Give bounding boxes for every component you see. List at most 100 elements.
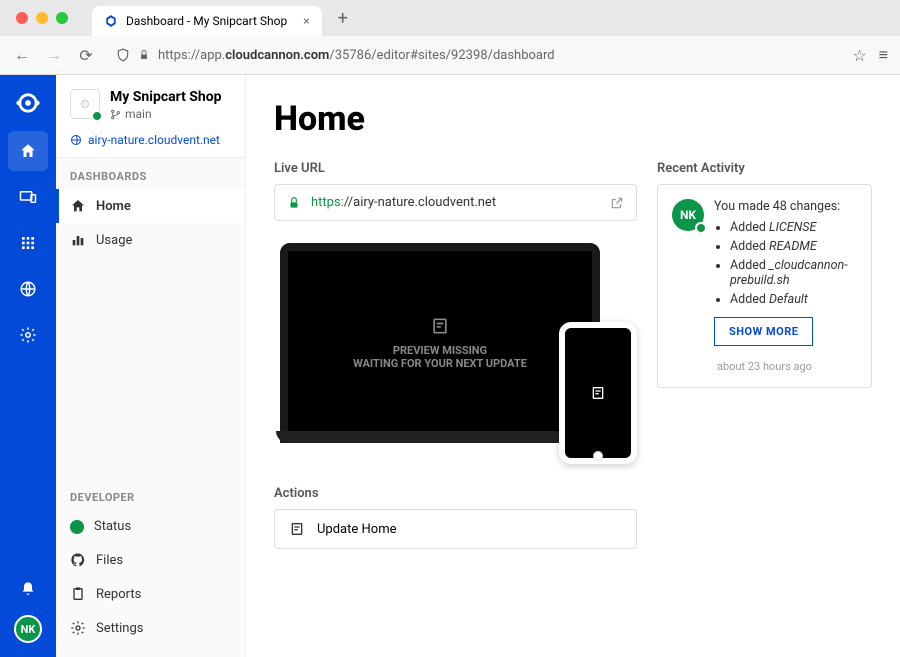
activity-item: Added _cloudcannon-prebuild.sh — [730, 258, 857, 288]
app: NK My Snipcart Shop main airy-natur — [0, 75, 900, 657]
tab-favicon — [104, 14, 118, 28]
site-live-link[interactable]: airy-nature.cloudvent.net — [70, 133, 231, 147]
clipboard-icon — [70, 586, 86, 602]
actions-label: Actions — [274, 486, 637, 501]
maximize-window-button[interactable] — [56, 12, 68, 24]
shield-icon — [116, 48, 130, 62]
rail-home[interactable] — [8, 131, 48, 171]
browser-chrome: Dashboard - My Snipcart Shop × + ← → ⟳ h… — [0, 0, 900, 75]
address-bar: ← → ⟳ https://app.cloudcannon.com/35786/… — [0, 36, 900, 74]
rail-grid[interactable] — [8, 223, 48, 263]
activity-list: Added LICENSE Added README Added _cloudc… — [730, 220, 857, 307]
globe-icon — [19, 280, 37, 298]
nav-rail: NK — [0, 75, 56, 657]
grid-icon — [20, 235, 36, 251]
activity-item: Added Default — [730, 292, 857, 307]
nav-label: Home — [96, 199, 131, 214]
nav-label: Reports — [96, 587, 141, 602]
site-live-domain: airy-nature.cloudvent.net — [88, 133, 220, 147]
nav-item-status[interactable]: Status — [56, 510, 245, 543]
update-home-action[interactable]: Update Home — [274, 509, 637, 549]
external-link-icon[interactable] — [610, 196, 624, 210]
github-icon — [70, 552, 86, 568]
browser-tab[interactable]: Dashboard - My Snipcart Shop × — [92, 6, 322, 36]
tab-close-icon[interactable]: × — [303, 14, 309, 28]
recent-activity-label: Recent Activity — [657, 161, 872, 176]
status-dot-icon — [70, 520, 84, 534]
branch-name: main — [125, 107, 152, 121]
phone-home-button — [593, 451, 603, 461]
home-icon — [19, 142, 37, 160]
reload-button[interactable]: ⟳ — [76, 46, 96, 65]
tab-title: Dashboard - My Snipcart Shop — [126, 14, 287, 28]
nav-label: Settings — [96, 621, 143, 636]
site-thumbnail — [70, 89, 100, 119]
rail-globe[interactable] — [8, 269, 48, 309]
rail-sites[interactable] — [8, 177, 48, 217]
lock-icon — [287, 196, 301, 210]
activity-item: Added README — [730, 239, 857, 254]
lock-icon — [138, 49, 150, 61]
site-header: My Snipcart Shop main airy-nature.cloudv… — [56, 75, 245, 158]
activity-card: NK You made 48 changes: Added LICENSE Ad… — [657, 184, 872, 388]
close-window-button[interactable] — [16, 12, 28, 24]
page-title: Home — [274, 99, 872, 139]
chart-icon — [70, 232, 86, 248]
minimize-window-button[interactable] — [36, 12, 48, 24]
phone-preview — [559, 322, 637, 464]
laptop-preview: PREVIEW MISSING WAITING FOR YOUR NEXT UP… — [280, 243, 600, 443]
nav-item-reports[interactable]: Reports — [56, 577, 245, 611]
bell-icon — [20, 581, 36, 597]
nav-section-dashboards: DASHBOARDS — [56, 158, 245, 189]
page-icon — [289, 521, 305, 537]
devices-icon — [19, 188, 37, 206]
branch-icon — [110, 109, 121, 120]
live-url-text: https://airy-nature.cloudvent.net — [311, 195, 496, 210]
nav-item-usage[interactable]: Usage — [56, 223, 245, 257]
forward-button[interactable]: → — [44, 45, 64, 65]
status-badge-icon — [91, 110, 103, 122]
gear-icon — [70, 620, 86, 636]
preview-text-1: PREVIEW MISSING — [393, 344, 487, 357]
placeholder-icon — [78, 97, 92, 111]
page-icon — [590, 385, 606, 401]
avatar-initials: NK — [680, 208, 696, 222]
activity-time: about 23 hours ago — [672, 360, 857, 373]
site-branch: main — [110, 107, 222, 121]
preview-text-2: WAITING FOR YOUR NEXT UPDATE — [353, 357, 527, 370]
globe-icon — [70, 134, 82, 146]
window-controls — [8, 12, 76, 24]
bookmark-icon[interactable]: ☆ — [852, 46, 866, 65]
rail-avatar[interactable]: NK — [14, 615, 42, 643]
nav-label: Status — [94, 519, 131, 534]
back-button[interactable]: ← — [12, 45, 32, 65]
activity-item: Added LICENSE — [730, 220, 857, 235]
action-label: Update Home — [317, 522, 397, 537]
new-tab-button[interactable]: + — [338, 8, 348, 29]
live-url-label: Live URL — [274, 161, 637, 176]
rail-settings[interactable] — [8, 315, 48, 355]
nav-item-home[interactable]: Home — [56, 189, 245, 223]
activity-avatar: NK — [672, 199, 704, 231]
nav-label: Usage — [96, 233, 132, 248]
nav-label: Files — [96, 553, 123, 568]
nav-section-developer: DEVELOPER — [56, 479, 245, 510]
avatar-status-badge — [695, 222, 707, 234]
tab-bar: Dashboard - My Snipcart Shop × + — [0, 0, 900, 36]
url-field[interactable]: https://app.cloudcannon.com/35786/editor… — [108, 48, 840, 63]
page-icon — [430, 316, 450, 336]
live-url-box[interactable]: https://airy-nature.cloudvent.net — [274, 184, 637, 221]
rail-notifications[interactable] — [8, 569, 48, 609]
home-icon — [70, 198, 86, 214]
device-preview: PREVIEW MISSING WAITING FOR YOUR NEXT UP… — [274, 243, 637, 458]
nav-item-files[interactable]: Files — [56, 543, 245, 577]
sidebar: My Snipcart Shop main airy-nature.cloudv… — [56, 75, 246, 657]
nav-item-settings[interactable]: Settings — [56, 611, 245, 645]
browser-menu-icon[interactable]: ≡ — [879, 45, 888, 65]
main-content: Home Live URL https://airy-nature.cloudv… — [246, 75, 900, 657]
site-name: My Snipcart Shop — [110, 89, 222, 105]
app-logo-icon[interactable] — [14, 89, 42, 117]
url-text: https://app.cloudcannon.com/35786/editor… — [158, 48, 555, 63]
gear-icon — [19, 326, 37, 344]
show-more-button[interactable]: SHOW MORE — [714, 317, 813, 346]
